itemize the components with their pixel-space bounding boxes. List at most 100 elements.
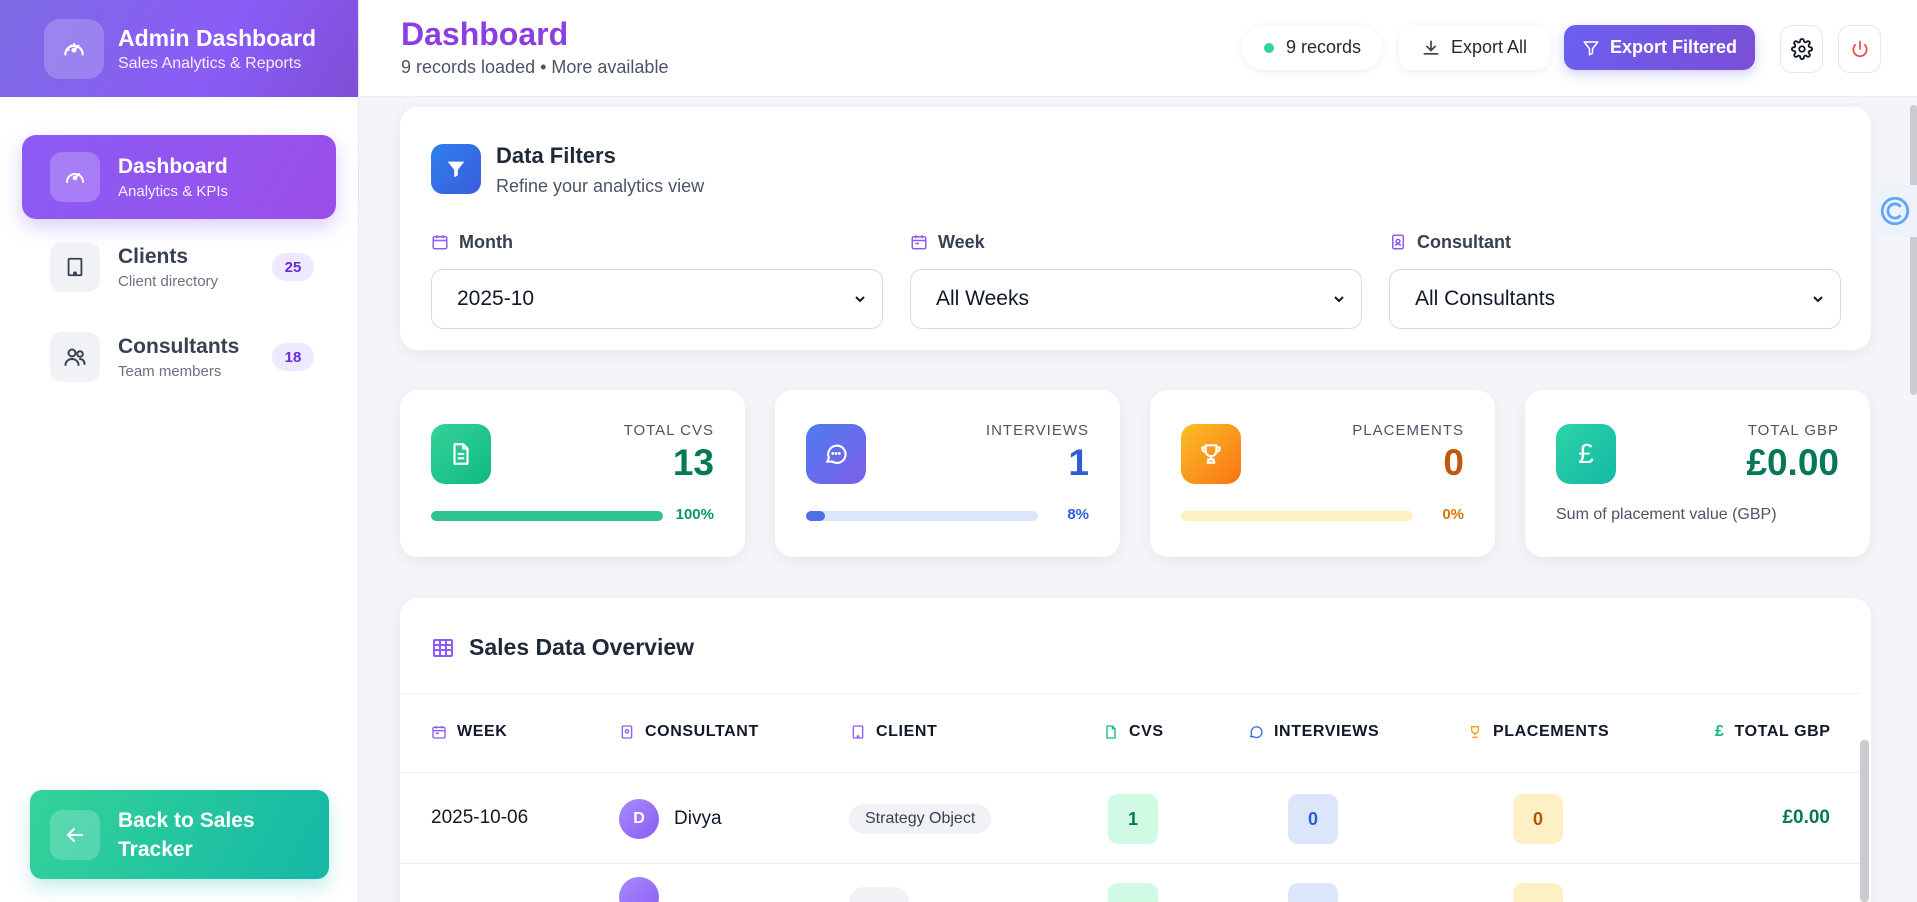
brand-header: Admin Dashboard Sales Analytics & Report… — [0, 0, 358, 97]
sidebar-item-dashboard[interactable]: Dashboard Analytics & KPIs — [22, 135, 336, 219]
calendar-icon — [432, 235, 448, 250]
users-icon — [50, 332, 100, 382]
sidebar-item-label: Consultants — [118, 334, 240, 358]
table-row[interactable]: 2025-10-06 D Divya Strategy Object 1 0 0… — [400, 774, 1860, 864]
column-header-label: CONSULTANT — [645, 723, 759, 740]
page-subtitle: 9 records loaded • More available — [401, 57, 669, 77]
page-scrollbar[interactable] — [1910, 105, 1917, 395]
sidebar-item-clients[interactable]: Clients Client directory 25 — [22, 225, 336, 309]
column-header-consultant[interactable]: CONSULTANT — [619, 723, 759, 741]
id-badge-icon — [621, 725, 633, 739]
arrow-left-icon — [50, 809, 100, 860]
count-badge: 18 — [272, 343, 314, 371]
column-header-interviews[interactable]: INTERVIEWS — [1248, 723, 1379, 741]
cvs-count: 1 — [1108, 794, 1158, 844]
brand-title: Admin Dashboard — [118, 24, 317, 51]
sidebar-item-sublabel: Client directory — [118, 272, 219, 290]
table-row-partial — [400, 865, 1860, 902]
stat-card-placements: PLACEMENTS 0 0% — [1150, 390, 1495, 557]
progress-fill — [806, 511, 825, 521]
cell-week: 2025-10-06 — [431, 807, 529, 828]
column-header-cvs[interactable]: CVS — [1103, 723, 1164, 741]
floating-assistant-icon[interactable] — [1872, 185, 1917, 237]
month-label: Month — [459, 231, 513, 252]
week-select[interactable]: All Weeks — [910, 269, 1362, 329]
gauge-icon — [44, 18, 104, 79]
filters-title: Data Filters — [496, 143, 616, 168]
table-scrollbar[interactable] — [1860, 740, 1869, 902]
stat-note: Sum of placement value (GBP) — [1556, 506, 1777, 523]
stat-value: 0 — [1443, 442, 1464, 483]
logout-button[interactable] — [1838, 25, 1881, 73]
avatar: D — [619, 799, 659, 839]
cell-consultant: D Divya — [619, 799, 722, 839]
filter-icon — [1583, 40, 1599, 55]
sales-data-card: Sales Data Overview WEEK CONSULTANT CLIE… — [400, 598, 1871, 902]
month-select[interactable]: 2025-10 — [431, 269, 883, 329]
export-all-label: Export All — [1450, 37, 1528, 57]
progress-bar — [431, 511, 663, 521]
progress-percent: 8% — [1067, 506, 1089, 523]
column-header-label: WEEK — [457, 723, 508, 740]
column-header-total-gbp[interactable]: £ TOTAL GBP — [1715, 723, 1831, 741]
progress-fill — [431, 511, 663, 521]
stat-label: INTERVIEWS — [985, 422, 1089, 439]
cvs-count — [1108, 883, 1158, 902]
month-filter: Month 2025-10 — [431, 230, 883, 329]
consultant-filter: Consultant All Consultants — [1389, 230, 1841, 329]
brand-subtitle: Sales Analytics & Reports — [118, 54, 302, 72]
sidebar-item-label: Clients — [118, 244, 189, 268]
cell-client: Strategy Object — [849, 804, 992, 834]
sidebar: Admin Dashboard Sales Analytics & Report… — [0, 0, 359, 902]
sidebar-item-consultants[interactable]: Consultants Team members 18 — [22, 315, 336, 399]
column-header-label: INTERVIEWS — [1274, 723, 1380, 740]
records-indicator: 9 records — [1242, 25, 1382, 70]
progress-percent: 0% — [1442, 506, 1464, 523]
chat-bubble-icon — [806, 424, 866, 484]
placements-count: 0 — [1513, 794, 1563, 844]
stat-value: 13 — [672, 442, 714, 483]
count-badge: 25 — [272, 253, 314, 281]
column-header-placements[interactable]: PLACEMENTS — [1467, 723, 1609, 741]
column-header-client[interactable]: CLIENT — [850, 723, 937, 741]
export-filtered-button[interactable]: Export Filtered — [1564, 25, 1755, 70]
column-header-week[interactable]: WEEK — [431, 723, 507, 741]
avatar — [619, 877, 659, 902]
placements-count — [1513, 883, 1563, 902]
download-icon — [1423, 40, 1439, 55]
sidebar-nav: Dashboard Analytics & KPIs Clients Clien… — [0, 97, 358, 399]
filter-icon — [431, 144, 481, 194]
sidebar-item-sublabel: Analytics & KPIs — [118, 182, 229, 200]
stat-card-total-gbp: £ TOTAL GBP £0.00 Sum of placement value… — [1525, 390, 1870, 557]
filters-subtitle: Refine your analytics view — [496, 176, 705, 196]
pound-sign-icon: £ — [1715, 723, 1725, 740]
power-icon — [1852, 40, 1867, 57]
data-filters-card: Data Filters Refine your analytics view … — [400, 107, 1871, 350]
stat-card-cvs: TOTAL CVS 13 100% — [400, 390, 745, 557]
progress-percent: 100% — [675, 506, 714, 523]
pound-sign-icon: £ — [1556, 424, 1616, 484]
back-to-sales-tracker-button[interactable]: Back to Sales Tracker — [30, 790, 329, 879]
gauge-icon — [50, 152, 100, 202]
client-tag: Strategy Object — [849, 804, 992, 834]
chevron-down-icon — [1334, 296, 1344, 303]
table-title: Sales Data Overview — [469, 634, 695, 660]
month-value: 2025-10 — [457, 287, 535, 310]
calendar-week-icon — [432, 726, 446, 739]
interviews-count: 0 — [1288, 794, 1338, 844]
stat-card-interviews: INTERVIEWS 1 8% — [775, 390, 1120, 557]
stat-value: £0.00 — [1746, 442, 1839, 483]
records-count: 9 records — [1286, 37, 1362, 57]
calendar-week-icon — [911, 235, 927, 250]
interviews-count — [1288, 883, 1338, 902]
table-icon — [433, 638, 453, 657]
stat-label: TOTAL GBP — [1747, 422, 1839, 439]
export-all-button[interactable]: Export All — [1399, 25, 1549, 70]
settings-button[interactable] — [1780, 25, 1823, 73]
export-filtered-label: Export Filtered — [1609, 37, 1738, 57]
week-value: All Weeks — [936, 287, 1029, 310]
status-dot-icon — [1264, 42, 1274, 53]
consultant-label: Consultant — [1417, 231, 1511, 252]
consultant-select[interactable]: All Consultants — [1389, 269, 1841, 329]
document-icon — [431, 424, 491, 484]
